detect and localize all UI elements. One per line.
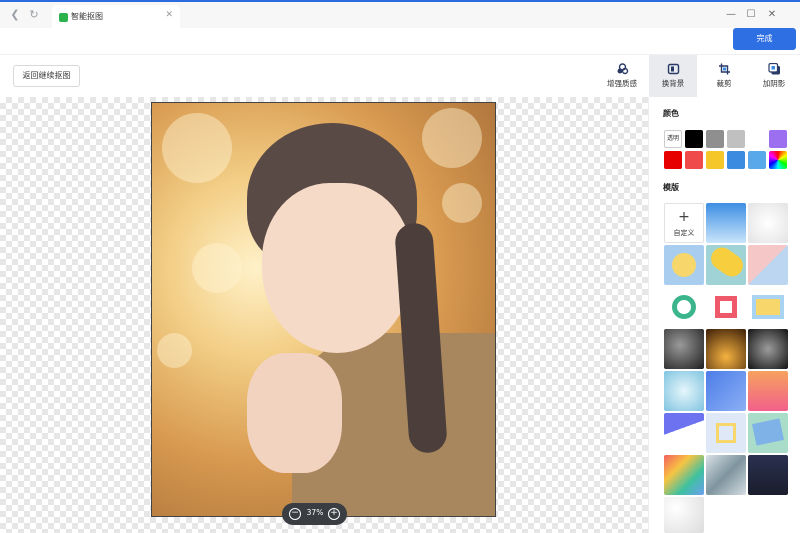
colors-heading: 颜色: [663, 109, 679, 118]
pill-shape: [706, 245, 746, 281]
maximize-icon[interactable]: ☐: [744, 8, 758, 22]
template-yellow-square-outline[interactable]: [706, 413, 746, 453]
tool-enhance[interactable]: 增强质感: [598, 55, 646, 98]
bokeh-light: [442, 183, 482, 223]
tab-title: 智能抠图: [71, 12, 103, 21]
swatch-white[interactable]: [748, 130, 766, 148]
bokeh-light: [162, 113, 232, 183]
template-white-glow[interactable]: [748, 203, 788, 243]
done-button[interactable]: 完成: [733, 28, 796, 50]
swatch-yellow[interactable]: [706, 151, 724, 169]
template-color-blobs[interactable]: [664, 455, 704, 495]
plus-icon: +: [678, 209, 690, 225]
template-purple-wave[interactable]: [664, 413, 704, 453]
enhance-icon: [617, 63, 628, 75]
template-golden-stage[interactable]: [706, 329, 746, 369]
canvas-area[interactable]: − 37% +: [0, 97, 648, 533]
tool-label: 换背景: [661, 79, 685, 88]
zoom-in-icon[interactable]: +: [328, 508, 340, 520]
action-bar: 完成: [0, 28, 800, 54]
template-blue-purple[interactable]: [706, 371, 746, 411]
frame-shape: [752, 295, 784, 319]
square-shape: [715, 296, 737, 318]
template-yellow-pill[interactable]: [706, 245, 746, 285]
refresh-icon[interactable]: ↻: [27, 8, 41, 22]
tool-change-background[interactable]: 换背景: [649, 55, 697, 98]
swatch-gray[interactable]: [706, 130, 724, 148]
zoom-control: − 37% +: [282, 503, 347, 525]
ring-shape: [672, 295, 696, 319]
tool-label: 裁剪: [716, 79, 732, 88]
tab-smart-cutout[interactable]: 智能抠图 ✕: [52, 5, 180, 30]
background-icon: [667, 63, 679, 75]
swatch-transparent[interactable]: 透明: [664, 130, 682, 148]
bokeh-light: [422, 108, 482, 168]
zoom-out-icon[interactable]: −: [289, 508, 301, 520]
back-to-cutout-button[interactable]: 返回继续抠图: [13, 65, 80, 87]
app-icon: [59, 13, 68, 22]
template-dark-silk[interactable]: [664, 329, 704, 369]
back-arrow-icon[interactable]: ❮: [8, 8, 22, 22]
tool-add-shadow[interactable]: 加阴影: [750, 55, 798, 98]
outline-shape: [716, 423, 736, 443]
close-icon[interactable]: ✕: [765, 8, 779, 22]
minimize-icon[interactable]: —: [724, 8, 738, 22]
close-icon[interactable]: ✕: [165, 10, 173, 20]
bokeh-light: [157, 333, 192, 368]
swatch-red[interactable]: [664, 151, 682, 169]
swatch-light-gray[interactable]: [727, 130, 745, 148]
template-dark-spotlight[interactable]: [748, 329, 788, 369]
shadow-icon: [767, 63, 780, 75]
swatch-coral[interactable]: [685, 151, 703, 169]
template-pink-blue[interactable]: [748, 245, 788, 285]
template-red-square[interactable]: [706, 287, 746, 327]
template-sunset[interactable]: [748, 371, 788, 411]
template-green-ring[interactable]: [664, 287, 704, 327]
hand-shape: [247, 353, 342, 473]
swatch-custom-color[interactable]: [769, 151, 787, 169]
block-shape: [752, 418, 784, 446]
toolbar: 返回继续抠图 增强质感 换背景 裁剪 加阴影: [0, 54, 800, 98]
background-panel: 颜色 透明 模版 + 自定义: [648, 97, 800, 533]
template-teal-blocks[interactable]: [748, 413, 788, 453]
face-shape: [262, 183, 412, 353]
swatch-purple[interactable]: [769, 130, 787, 148]
zoom-level: 37%: [306, 508, 324, 517]
cutout-photo[interactable]: [151, 102, 496, 517]
template-custom[interactable]: + 自定义: [664, 203, 704, 243]
circle-shape: [672, 253, 696, 277]
tool-crop[interactable]: 裁剪: [700, 55, 748, 98]
templates-heading: 模版: [663, 183, 679, 192]
custom-label: 自定义: [673, 229, 695, 237]
template-feathers[interactable]: [664, 497, 704, 533]
template-ice-sparkle[interactable]: [664, 371, 704, 411]
tool-label: 增强质感: [607, 79, 637, 88]
tool-label: 加阴影: [762, 79, 786, 88]
template-navy[interactable]: [748, 455, 788, 495]
template-yellow-circle[interactable]: [664, 245, 704, 285]
title-bar: ❮ ↻ 智能抠图 ✕ — ☐ ✕: [0, 0, 800, 30]
template-silver[interactable]: [706, 455, 746, 495]
bokeh-light: [192, 243, 242, 293]
swatch-light-blue[interactable]: [748, 151, 766, 169]
crop-icon: [718, 63, 730, 75]
template-yellow-blue-frame[interactable]: [748, 287, 788, 327]
template-blue-gradient[interactable]: [706, 203, 746, 243]
swatch-black[interactable]: [685, 130, 703, 148]
swatch-blue[interactable]: [727, 151, 745, 169]
